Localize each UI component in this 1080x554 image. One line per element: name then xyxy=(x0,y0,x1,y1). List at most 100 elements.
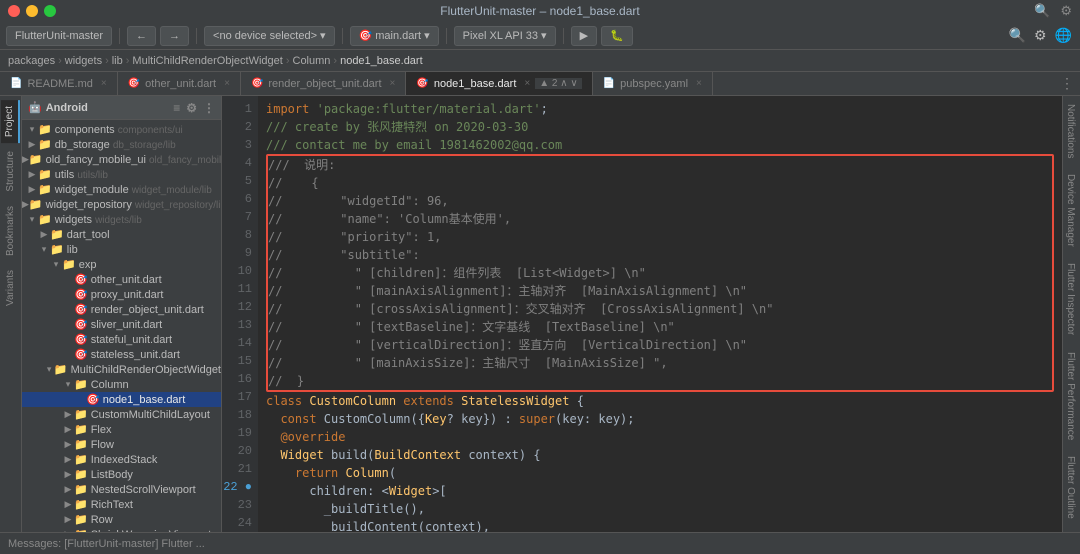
tree-utils[interactable]: ▶ 📁 utils utils/lib xyxy=(22,167,221,182)
device-manager-panel[interactable]: Device Manager xyxy=(1063,166,1080,255)
bc-packages[interactable]: packages xyxy=(8,55,55,67)
tree-flow[interactable]: ▶ 📁 Flow xyxy=(22,437,221,452)
back-button[interactable]: ← xyxy=(127,26,156,46)
debug-button[interactable]: 🐛 xyxy=(601,26,633,46)
flutter-outline-panel[interactable]: Flutter Outline xyxy=(1063,448,1080,527)
minimize-button[interactable] xyxy=(26,5,38,17)
project-tree[interactable]: ▾ 📁 components components/ui ▶ 📁 db_stor… xyxy=(22,120,221,532)
arrow-utils: ▶ xyxy=(26,169,38,180)
tab-pubspec[interactable]: 📄 pubspec.yaml × xyxy=(593,72,713,95)
tab-node1-base[interactable]: 🎯 node1_base.dart × ▲ 2 ∧ ∨ xyxy=(406,72,592,95)
arrow-multichildrender: ▾ xyxy=(44,364,54,375)
dart-stateless-icon: 🎯 xyxy=(74,348,88,361)
close-button[interactable] xyxy=(8,5,20,17)
code-editor[interactable]: import 'package:flutter/material.dart'; … xyxy=(258,96,1062,532)
collapse-all-icon[interactable]: ≡ xyxy=(173,101,180,115)
tree-other-unit-dart[interactable]: 🎯 other_unit.dart xyxy=(22,272,221,287)
tree-multichildrender[interactable]: ▾ 📁 MultiChildRenderObjectWidget xyxy=(22,362,221,377)
tree-widgets[interactable]: ▾ 📁 widgets widgets/lib xyxy=(22,212,221,227)
tree-shrink-wrap[interactable]: ▶ 📁 ShrinkWrappingViewport xyxy=(22,527,221,532)
flutter-inspector-panel[interactable]: Flutter Inspector xyxy=(1063,255,1080,343)
tree-column[interactable]: ▾ 📁 Column xyxy=(22,377,221,392)
tab-render-close[interactable]: × xyxy=(390,78,396,89)
translate-icon[interactable]: 🌐 xyxy=(1053,25,1074,46)
bc-node1[interactable]: node1_base.dart xyxy=(340,55,423,67)
arrow-components: ▾ xyxy=(26,124,38,135)
folder-multichildrender-icon: 📁 xyxy=(54,363,68,376)
tree-lib[interactable]: ▾ 📁 lib xyxy=(22,242,221,257)
tree-custom-multi[interactable]: ▶ 📁 CustomMultiChildLayout xyxy=(22,407,221,422)
tree-render-object-unit[interactable]: 🎯 render_object_unit.dart xyxy=(22,302,221,317)
variants-tab[interactable]: Variants xyxy=(2,264,19,312)
structure-tab[interactable]: Structure xyxy=(2,145,19,198)
tree-row[interactable]: ▶ 📁 Row xyxy=(22,512,221,527)
gear-icon[interactable]: ⚙ xyxy=(186,101,197,115)
bc-multichildrender[interactable]: MultiChildRenderObjectWidget xyxy=(132,55,282,67)
folder-dart-tool-icon: 📁 xyxy=(50,228,64,241)
bc-widgets[interactable]: widgets xyxy=(65,55,102,67)
tree-list-body[interactable]: ▶ 📁 ListBody xyxy=(22,467,221,482)
no-device-button[interactable]: <no device selected> ▾ xyxy=(204,26,335,46)
tree-stateless-unit[interactable]: 🎯 stateless_unit.dart xyxy=(22,347,221,362)
code-line-22: @override xyxy=(266,428,1054,446)
settings-icon[interactable]: ⚙ xyxy=(1060,3,1072,19)
dart-render-obj-icon: 🎯 xyxy=(74,303,88,316)
tab-pubspec-close[interactable]: × xyxy=(696,78,702,89)
bc-lib[interactable]: lib xyxy=(112,55,123,67)
folder-widgets-icon: 📁 xyxy=(38,213,52,226)
tab-other-unit[interactable]: 🎯 other_unit.dart × xyxy=(118,72,241,95)
tree-exp[interactable]: ▾ 📁 exp xyxy=(22,257,221,272)
tab-readme[interactable]: 📄 README.md × xyxy=(0,72,118,95)
maximize-button[interactable] xyxy=(44,5,56,17)
tree-old-fancy[interactable]: ▶ 📁 old_fancy_mobile_ui old_fancy_mobile… xyxy=(22,152,221,167)
tab-other-unit-close[interactable]: × xyxy=(224,78,230,89)
more-icon[interactable]: ⋮ xyxy=(203,101,215,115)
tree-flex[interactable]: ▶ 📁 Flex xyxy=(22,422,221,437)
project-button[interactable]: FlutterUnit-master xyxy=(6,26,112,46)
folder-column-icon: 📁 xyxy=(74,378,88,391)
main-dart-button[interactable]: 🎯 main.dart ▾ xyxy=(350,26,439,46)
tab-pubspec-label: pubspec.yaml xyxy=(620,78,688,90)
bc-column[interactable]: Column xyxy=(293,55,331,67)
editor-content[interactable]: 12345 678910 1112131415 1617181920 2122 … xyxy=(222,96,1062,532)
code-line-3: /// create by 张风捷特烈 on 2020-03-30 xyxy=(266,118,1054,136)
tree-dart-tool[interactable]: ▶ 📁 dart_tool xyxy=(22,227,221,242)
tree-stateful-unit[interactable]: 🎯 stateful_unit.dart xyxy=(22,332,221,347)
bc-sep2: › xyxy=(105,55,109,67)
tree-rich-text[interactable]: ▶ 📁 RichText xyxy=(22,497,221,512)
tree-sliver-unit[interactable]: 🎯 sliver_unit.dart xyxy=(22,317,221,332)
tree-widget-module[interactable]: ▶ 📁 widget_module widget_module/lib xyxy=(22,182,221,197)
comment-highlight-box: /// 说明: // { // "widgetId": 96, // "name… xyxy=(266,154,1054,392)
tab-readme-close[interactable]: × xyxy=(101,78,107,89)
traffic-lights xyxy=(8,5,56,17)
tree-nested-scroll[interactable]: ▶ 📁 NestedScrollViewport xyxy=(22,482,221,497)
run-button[interactable]: ▶ xyxy=(571,26,597,46)
device-button[interactable]: Pixel XL API 33 ▾ xyxy=(454,26,556,46)
flutter-performance-panel[interactable]: Flutter Performance xyxy=(1063,344,1080,448)
search-toolbar-icon[interactable]: 🔍 xyxy=(1007,25,1028,46)
label-utils: utils utils/lib xyxy=(55,169,108,181)
notifications-panel[interactable]: Notifications xyxy=(1063,96,1080,166)
project-tab[interactable]: Project xyxy=(1,100,20,143)
arrow-indexed-stack: ▶ xyxy=(62,454,74,465)
tab-node1-close[interactable]: × xyxy=(524,78,530,89)
code-line-16: // " [mainAxisSize]：主轴尺寸 [MainAxisSize] … xyxy=(268,354,1052,372)
tree-widget-repo[interactable]: ▶ 📁 widget_repository widget_repository/… xyxy=(22,197,221,212)
code-line-8: // "name": 'Column基本使用', xyxy=(268,210,1052,228)
label-list-body: ListBody xyxy=(91,469,133,481)
tree-components[interactable]: ▾ 📁 components components/ui xyxy=(22,122,221,137)
tree-node1-base[interactable]: 🎯 node1_base.dart xyxy=(22,392,221,407)
tabs-overflow-button[interactable]: ⋮ xyxy=(1054,72,1080,95)
code-line-14: // " [textBaseline]：文字基线 [TextBaseline] … xyxy=(268,318,1052,336)
forward-button[interactable]: → xyxy=(160,26,189,46)
bookmarks-tab[interactable]: Bookmarks xyxy=(2,200,19,262)
window-title: FlutterUnit-master – node1_base.dart xyxy=(440,4,639,18)
tree-db-storage[interactable]: ▶ 📁 db_storage db_storage/lib xyxy=(22,137,221,152)
search-icon[interactable]: 🔍 xyxy=(1034,3,1050,19)
arrow-rich-text: ▶ xyxy=(62,499,74,510)
tree-indexed-stack[interactable]: ▶ 📁 IndexedStack xyxy=(22,452,221,467)
tab-render-object[interactable]: 🎯 render_object_unit.dart × xyxy=(241,72,406,95)
code-line-6: // { xyxy=(268,174,1052,192)
tree-proxy-unit[interactable]: 🎯 proxy_unit.dart xyxy=(22,287,221,302)
settings-toolbar-icon[interactable]: ⚙ xyxy=(1032,25,1049,46)
